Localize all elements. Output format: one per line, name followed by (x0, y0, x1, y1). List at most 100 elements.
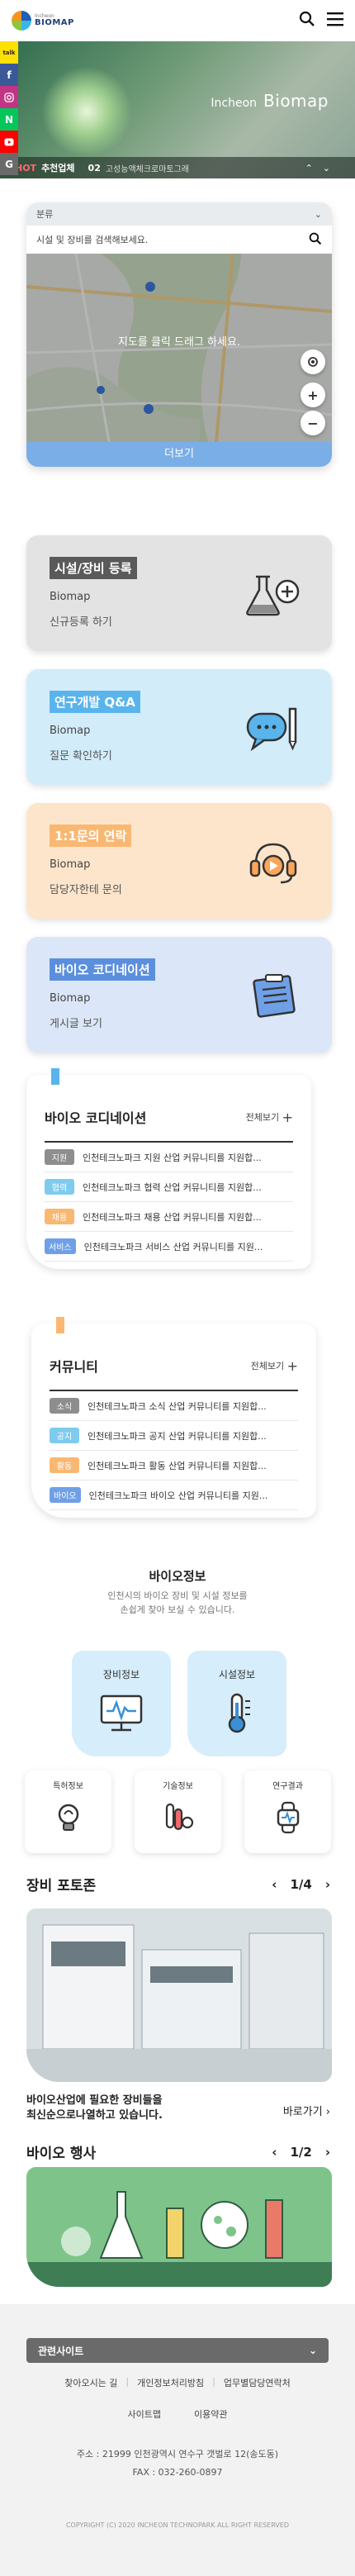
chevron-right-icon[interactable]: › (325, 2145, 330, 2160)
lab-equipment-image (26, 1908, 332, 2082)
logo[interactable]: Incheon BIOMAP (12, 11, 74, 31)
hero-title-big: Biomap (263, 91, 329, 111)
logo-mark (12, 11, 31, 31)
search-icon[interactable] (299, 11, 315, 31)
list-item[interactable]: 소식 인천테크노파크 소식 산업 커뮤니티를 지원합... (50, 1391, 298, 1421)
hot-text: 고성능액체크로마토그래 (105, 164, 190, 174)
hot-category: 추천업체 (41, 163, 75, 173)
map-view[interactable]: 지도를 클릭 드래그 하세요. + − (26, 254, 332, 442)
chevron-up-icon[interactable]: ⌃ (305, 163, 323, 173)
service-card-qna[interactable]: 연구개발 Q&A Biomap 질문 확인하기 (26, 669, 332, 785)
plus-icon: + (307, 387, 319, 403)
community-list-card: 커뮤니티 전체보기 + 소식 인천테크노파크 소식 산업 커뮤니티를 지원합...… (31, 1317, 316, 1518)
list-item[interactable]: 협력 인천테크노파크 협력 산업 커뮤니티를 지원합... (45, 1172, 293, 1202)
list-item[interactable]: 서비스 인천테크노파크 서비스 산업 커뮤니티를 지원... (45, 1232, 293, 1262)
footer-link[interactable]: 이용약관 (194, 2407, 227, 2421)
chevron-right-icon[interactable]: › (325, 1877, 330, 1892)
flask-plus-icon (244, 572, 302, 621)
go-link[interactable]: 바로가기 › (283, 2103, 330, 2118)
list-item[interactable]: 채용 인천테크노파크 채용 산업 커뮤니티를 지원합... (45, 1202, 293, 1232)
map-more-button[interactable]: 더보기 (26, 442, 332, 467)
monitor-icon (100, 1694, 143, 1732)
service-card-inquiry[interactable]: 1:1문의 연락 Biomap 담당자한테 문의 (26, 803, 332, 919)
copyright: COPYRIGHT (C) 2020 INCHEON TECHNOPARK AL… (65, 2521, 290, 2529)
locate-button[interactable] (301, 349, 325, 374)
page-indicator: 1/4 (290, 1876, 312, 1892)
instagram-link[interactable] (0, 86, 18, 108)
bioinfo-title: 바이오정보 (149, 1569, 206, 1584)
view-all-link[interactable]: 전체보기 + (251, 1358, 298, 1374)
service-title: 연구개발 Q&A (50, 691, 140, 713)
footer-link[interactable]: 개인정보처리방침 (137, 2376, 204, 2389)
watch-icon (277, 1801, 299, 1834)
hero-title-small: Incheon (211, 97, 258, 110)
service-title: 1:1문의 연락 (50, 825, 132, 847)
footer-link[interactable]: 사이트맵 (128, 2407, 161, 2421)
youtube-link[interactable] (0, 131, 18, 153)
chevron-down-icon: ⌄ (308, 2345, 317, 2356)
thermometer-icon (228, 1693, 250, 1733)
map-drag-message: 지도를 클릭 드래그 하세요. (117, 336, 241, 349)
map-card: 분류 ⌄ 시설 및 장비를 검색해보세요. 지도를 클릭 드래그 하세요. + … (26, 202, 332, 467)
lightbulb-icon (58, 1804, 78, 1831)
search-icon[interactable] (309, 232, 322, 248)
instagram-icon (4, 92, 14, 102)
service-title: 바이오 코디네이션 (50, 958, 155, 981)
list-item[interactable]: 지원 인천테크노파크 지원 산업 커뮤니티를 지원합... (45, 1143, 293, 1172)
category-select[interactable]: 분류 ⌄ (26, 202, 332, 226)
patent-info-tile[interactable]: 특허정보 (25, 1770, 111, 1853)
hot-ticker[interactable]: HOT 추천업체 02 고성능액체크로마토그래 ⌃⌄ (0, 157, 355, 178)
footer-links-secondary: 사이트맵 이용약관 (0, 2407, 355, 2421)
footer-link[interactable]: 업무별담당연락처 (224, 2376, 291, 2389)
coordination-list-card: 바이오 코디네이션 전체보기 + 지원 인천테크노파크 지원 산업 커뮤니티를 지… (26, 1068, 311, 1269)
list-item[interactable]: 바이오 인천테크노파크 바이오 산업 커뮤니티를 지원... (50, 1480, 298, 1510)
chat-pencil-icon (244, 706, 302, 755)
equipment-photo[interactable] (26, 1908, 332, 2082)
chevron-down-icon: ⌄ (314, 208, 322, 220)
chevron-right-icon: › (325, 2106, 330, 2118)
list-item[interactable]: 활동 인천테크노파크 활동 산업 커뮤니티를 지원합... (50, 1451, 298, 1480)
footer-address: 주소 : 21999 인천광역시 연수구 갯벌로 12(송도동) FAX : 0… (76, 2449, 279, 2478)
footer-link[interactable]: 찾아오시는 길 (64, 2376, 117, 2389)
chevron-left-icon[interactable]: ‹ (272, 1877, 277, 1892)
service-title: 시설/장비 등록 (50, 557, 137, 579)
plus-icon: + (282, 1109, 293, 1125)
tech-info-tile[interactable]: 기술정보 (135, 1770, 221, 1853)
facebook-link[interactable]: f (0, 64, 18, 86)
equipment-info-tile[interactable]: 장비정보 (72, 1651, 171, 1756)
zoom-in-button[interactable]: + (301, 383, 325, 407)
list-title: 바이오 코디네이션 (45, 1110, 147, 1126)
list-item[interactable]: 공지 인천테크노파크 공지 산업 커뮤니티를 지원합... (50, 1421, 298, 1451)
view-all-link[interactable]: 전체보기 + (246, 1110, 293, 1125)
map-search-input[interactable]: 시설 및 장비를 검색해보세요. (26, 226, 332, 254)
test-tube-icon (165, 1803, 193, 1831)
zoom-out-button[interactable]: − (301, 411, 325, 435)
kakaotalk-link[interactable]: talk (0, 41, 18, 64)
list-accent-tab (56, 1317, 64, 1333)
youtube-icon (4, 138, 14, 145)
menu-icon[interactable] (327, 12, 343, 30)
family-site-select[interactable]: 관련사이트 ⌄ (26, 2338, 329, 2363)
family-site-label: 관련사이트 (38, 2345, 84, 2357)
page: Incheon BIOMAP talk f N G Incheon Biomap… (0, 0, 355, 2576)
service-card-coordination[interactable]: 바이오 코디네이션 Biomap 게시글 보기 (26, 937, 332, 1053)
gallery-title: 바이오 행사 (26, 2146, 97, 2162)
hero-globe-image (41, 66, 132, 157)
location-icon (308, 357, 318, 367)
event-photo[interactable] (26, 2167, 332, 2287)
minus-icon: − (307, 415, 319, 431)
research-result-tile[interactable]: 연구결과 (244, 1770, 331, 1853)
bioinfo-desc: 인천시의 바이오 장비 및 시설 정보를 손쉽게 찾아 보실 수 있습니다. (107, 1590, 248, 1615)
events-gallery-header: 바이오 행사 ‹ 1/2 › (26, 2141, 330, 2163)
chevron-left-icon[interactable]: ‹ (272, 2145, 277, 2160)
facility-info-tile[interactable]: 시설정보 (187, 1651, 286, 1756)
equipment-gallery-header: 장비 포토존 ‹ 1/4 › (26, 1874, 330, 1895)
gallery-title: 장비 포토존 (26, 1878, 97, 1894)
clipboard-icon (244, 973, 302, 1023)
service-card-register[interactable]: 시설/장비 등록 Biomap 신규등록 하기 (26, 535, 332, 651)
chevron-down-icon[interactable]: ⌄ (323, 163, 340, 173)
google-link[interactable]: G (0, 153, 18, 175)
plus-icon: + (286, 1357, 298, 1374)
naver-link[interactable]: N (0, 108, 18, 131)
hot-number: 02 (88, 162, 101, 173)
